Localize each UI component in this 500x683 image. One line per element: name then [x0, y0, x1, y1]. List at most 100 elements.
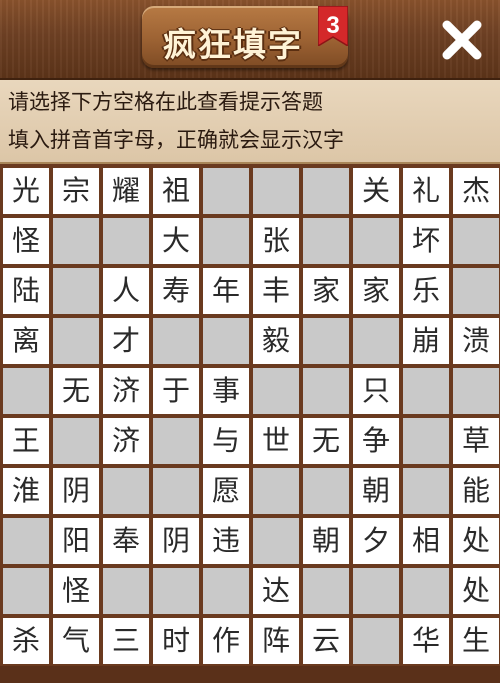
- grid-cell-empty[interactable]: [153, 468, 199, 514]
- grid-cell-filled[interactable]: 张: [253, 218, 299, 264]
- grid-cell-empty[interactable]: [353, 318, 399, 364]
- grid-cell-empty[interactable]: [353, 568, 399, 614]
- grid-cell-filled[interactable]: 杰: [453, 168, 499, 214]
- grid-cell-filled[interactable]: 大: [153, 218, 199, 264]
- grid-cell-filled[interactable]: 陆: [3, 268, 49, 314]
- grid-cell-filled[interactable]: 家: [303, 268, 349, 314]
- grid-cell-empty[interactable]: [103, 468, 149, 514]
- grid-cell-filled[interactable]: 愿: [203, 468, 249, 514]
- grid-cell-empty[interactable]: [153, 568, 199, 614]
- grid-cell-empty[interactable]: [153, 418, 199, 464]
- grid-cell-filled[interactable]: 济: [103, 418, 149, 464]
- grid-cell-filled[interactable]: 夕: [353, 518, 399, 564]
- grid-cell-filled[interactable]: 华: [403, 618, 449, 664]
- grid-cell-empty[interactable]: [253, 468, 299, 514]
- grid-cell-filled[interactable]: 离: [3, 318, 49, 364]
- grid-cell-empty[interactable]: [3, 368, 49, 414]
- grid-cell-filled[interactable]: 能: [453, 468, 499, 514]
- grid-cell-empty[interactable]: [303, 468, 349, 514]
- grid-cell-empty[interactable]: [303, 168, 349, 214]
- grid-cell-filled[interactable]: 与: [203, 418, 249, 464]
- grid-cell-empty[interactable]: [453, 268, 499, 314]
- grid-cell-empty[interactable]: [53, 268, 99, 314]
- grid-cell-empty[interactable]: [3, 518, 49, 564]
- grid-cell-empty[interactable]: [203, 318, 249, 364]
- grid-cell-filled[interactable]: 处: [453, 518, 499, 564]
- grid-cell-filled[interactable]: 坏: [403, 218, 449, 264]
- grid-cell-filled[interactable]: 云: [303, 618, 349, 664]
- grid-cell-filled[interactable]: 阳: [53, 518, 99, 564]
- grid-cell-filled[interactable]: 事: [203, 368, 249, 414]
- grid-cell-filled[interactable]: 奉: [103, 518, 149, 564]
- grid-cell-filled[interactable]: 杀: [3, 618, 49, 664]
- grid-cell-filled[interactable]: 溃: [453, 318, 499, 364]
- grid-cell-empty[interactable]: [203, 218, 249, 264]
- grid-cell-filled[interactable]: 无: [53, 368, 99, 414]
- grid-cell-filled[interactable]: 相: [403, 518, 449, 564]
- grid-cell-empty[interactable]: [403, 468, 449, 514]
- grid-cell-filled[interactable]: 阴: [53, 468, 99, 514]
- grid-cell-filled[interactable]: 朝: [353, 468, 399, 514]
- grid-cell-filled[interactable]: 耀: [103, 168, 149, 214]
- grid-cell-filled[interactable]: 争: [353, 418, 399, 464]
- grid-cell-empty[interactable]: [53, 218, 99, 264]
- grid-cell-filled[interactable]: 崩: [403, 318, 449, 364]
- grid-cell-filled[interactable]: 时: [153, 618, 199, 664]
- grid-cell-empty[interactable]: [303, 368, 349, 414]
- grid-cell-empty[interactable]: [303, 568, 349, 614]
- grid-cell-filled[interactable]: 只: [353, 368, 399, 414]
- grid-cell-filled[interactable]: 寿: [153, 268, 199, 314]
- grid-cell-filled[interactable]: 无: [303, 418, 349, 464]
- grid-cell-empty[interactable]: [253, 518, 299, 564]
- grid-cell-empty[interactable]: [53, 418, 99, 464]
- grid-cell-filled[interactable]: 阵: [253, 618, 299, 664]
- grid-cell-filled[interactable]: 宗: [53, 168, 99, 214]
- grid-cell-filled[interactable]: 年: [203, 268, 249, 314]
- grid-cell-empty[interactable]: [53, 318, 99, 364]
- grid-cell-filled[interactable]: 乐: [403, 268, 449, 314]
- grid-cell-filled[interactable]: 阴: [153, 518, 199, 564]
- grid-cell-filled[interactable]: 才: [103, 318, 149, 364]
- grid-cell-empty[interactable]: [403, 568, 449, 614]
- grid-cell-empty[interactable]: [353, 218, 399, 264]
- grid-cell-empty[interactable]: [203, 568, 249, 614]
- grid-cell-filled[interactable]: 违: [203, 518, 249, 564]
- grid-cell-filled[interactable]: 生: [453, 618, 499, 664]
- grid-cell-filled[interactable]: 祖: [153, 168, 199, 214]
- grid-cell-filled[interactable]: 淮: [3, 468, 49, 514]
- grid-cell-empty[interactable]: [453, 368, 499, 414]
- grid-cell-empty[interactable]: [453, 218, 499, 264]
- grid-cell-filled[interactable]: 气: [53, 618, 99, 664]
- grid-cell-filled[interactable]: 济: [103, 368, 149, 414]
- grid-cell-empty[interactable]: [353, 618, 399, 664]
- grid-cell-empty[interactable]: [303, 218, 349, 264]
- grid-cell-empty[interactable]: [253, 368, 299, 414]
- grid-cell-filled[interactable]: 于: [153, 368, 199, 414]
- grid-cell-filled[interactable]: 处: [453, 568, 499, 614]
- grid-cell-filled[interactable]: 丰: [253, 268, 299, 314]
- grid-cell-filled[interactable]: 王: [3, 418, 49, 464]
- grid-cell-empty[interactable]: [153, 318, 199, 364]
- grid-cell-filled[interactable]: 草: [453, 418, 499, 464]
- grid-cell-filled[interactable]: 怪: [53, 568, 99, 614]
- grid-cell-empty[interactable]: [303, 318, 349, 364]
- grid-cell-filled[interactable]: 家: [353, 268, 399, 314]
- grid-cell-empty[interactable]: [253, 168, 299, 214]
- grid-cell-filled[interactable]: 三: [103, 618, 149, 664]
- grid-cell-filled[interactable]: 毅: [253, 318, 299, 364]
- grid-cell-filled[interactable]: 世: [253, 418, 299, 464]
- grid-cell-empty[interactable]: [103, 218, 149, 264]
- grid-cell-filled[interactable]: 光: [3, 168, 49, 214]
- grid-cell-empty[interactable]: [403, 368, 449, 414]
- grid-cell-filled[interactable]: 人: [103, 268, 149, 314]
- grid-cell-filled[interactable]: 作: [203, 618, 249, 664]
- grid-cell-empty[interactable]: [3, 568, 49, 614]
- grid-cell-empty[interactable]: [103, 568, 149, 614]
- grid-cell-filled[interactable]: 怪: [3, 218, 49, 264]
- grid-cell-filled[interactable]: 达: [253, 568, 299, 614]
- close-button[interactable]: [438, 16, 486, 64]
- grid-cell-empty[interactable]: [403, 418, 449, 464]
- grid-cell-filled[interactable]: 朝: [303, 518, 349, 564]
- grid-cell-filled[interactable]: 礼: [403, 168, 449, 214]
- grid-cell-filled[interactable]: 关: [353, 168, 399, 214]
